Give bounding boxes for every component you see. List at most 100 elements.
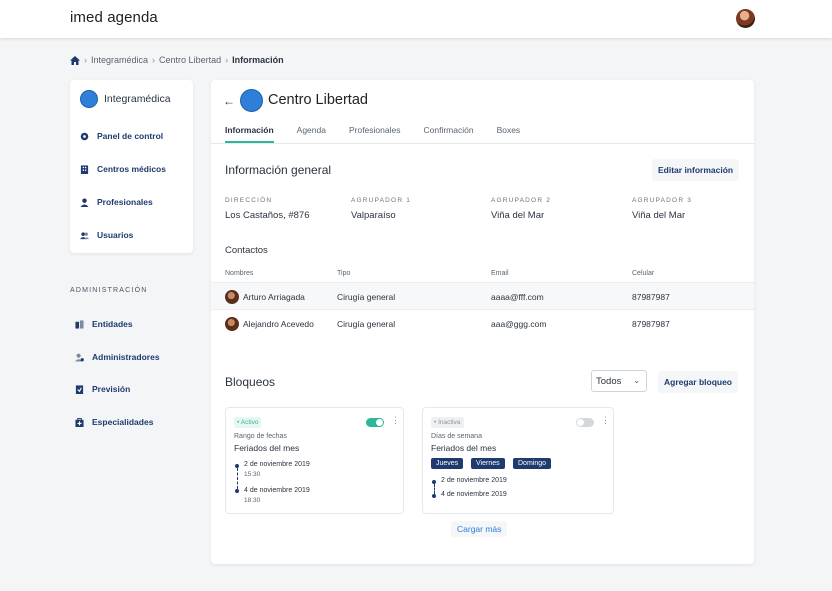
start-date: 2 de noviembre 2019	[244, 461, 310, 468]
top-bar: imed agenda	[0, 0, 832, 38]
status-badge-label: Activo	[240, 419, 259, 426]
sidebar-item-administradores[interactable]: Administradores	[75, 352, 160, 362]
start-date: 2 de noviembre 2019	[441, 477, 507, 484]
sidebar-item-profesionales[interactable]: Profesionales	[80, 197, 153, 207]
sidebar-item-usuarios[interactable]: Usuarios	[80, 230, 133, 240]
chevron-right-icon: ›	[152, 55, 156, 65]
block-toggle[interactable]	[366, 418, 384, 427]
table-header: Tipo	[337, 270, 351, 277]
block-type: Rango de fechas	[234, 433, 287, 440]
breadcrumb: › Integramédica › Centro Libertad › Info…	[70, 55, 284, 65]
sidebar-item-label: Administradores	[92, 352, 160, 362]
edit-info-button[interactable]: Editar información	[652, 159, 740, 181]
logo-text: imed	[70, 9, 103, 26]
field-value-agrupador-2: Viña del Mar	[491, 210, 545, 221]
tab-informacion[interactable]: Información	[225, 125, 274, 143]
tab-boxes[interactable]: Boxes	[497, 125, 521, 143]
timeline-line	[236, 468, 238, 489]
end-date: 4 de noviembre 2019	[441, 491, 507, 498]
sidebar-item-label: Profesionales	[97, 197, 153, 207]
block-toggle[interactable]	[576, 418, 594, 427]
field-value-direccion: Los Castaños, #876	[225, 210, 310, 221]
block-card: • Inactiva ⋮ Días de semana Feriados del…	[422, 407, 614, 514]
contact-type: Cirugía general	[337, 319, 396, 329]
admin-section-title: ADMINISTRACIÓN	[70, 287, 148, 294]
sidebar-item-label: Panel de control	[97, 131, 164, 141]
table-row[interactable]: Alejandro Acevedo Cirugía general aaa@gg…	[211, 310, 754, 338]
table-row[interactable]: Arturo Arriagada Cirugía general aaaa@ff…	[211, 282, 754, 310]
more-options-icon[interactable]: ⋮	[601, 416, 610, 425]
org-logo	[80, 90, 98, 108]
field-label-agrupador-1: AGRUPADOR 1	[351, 197, 412, 204]
day-chip: Domingo	[513, 458, 552, 469]
page-title: Centro Libertad	[268, 92, 368, 108]
dashboard-icon	[80, 132, 89, 140]
field-label-agrupador-3: AGRUPADOR 3	[632, 197, 693, 204]
day-chip: Viernes	[471, 458, 505, 469]
user-avatar[interactable]	[736, 9, 755, 28]
field-value-agrupador-3: Viña del Mar	[632, 210, 686, 221]
medical-case-icon	[75, 417, 84, 427]
status-badge-label: Inactiva	[438, 419, 461, 426]
contact-phone: 87987987	[632, 292, 670, 302]
tab-divider	[211, 143, 754, 144]
doctor-icon	[80, 197, 89, 207]
tab-confirmacion[interactable]: Confirmación	[423, 125, 473, 143]
add-block-button[interactable]: Agregar bloqueo	[658, 371, 739, 393]
org-name: Integramédica	[104, 93, 171, 105]
more-options-icon[interactable]: ⋮	[391, 416, 400, 425]
entities-icon	[75, 319, 84, 329]
sidebar-item-centros[interactable]: Centros médicos	[80, 164, 166, 174]
chevron-down-icon: ⌄	[633, 376, 640, 385]
field-label-agrupador-2: AGRUPADOR 2	[491, 197, 552, 204]
status-badge: • Inactiva	[431, 417, 464, 428]
contact-type: Cirugía general	[337, 292, 396, 302]
chevron-right-icon: ›	[84, 55, 87, 65]
sidebar-item-panel[interactable]: Panel de control	[80, 131, 163, 141]
admin-user-icon	[75, 353, 84, 362]
tab-profesionales[interactable]: Profesionales	[349, 125, 401, 143]
sidebar-item-prevision[interactable]: Previsión	[75, 384, 130, 394]
sidebar-item-entidades[interactable]: Entidades	[75, 319, 133, 329]
block-type: Días de semana	[431, 433, 482, 440]
sidebar-item-especialidades[interactable]: Especialidades	[75, 417, 153, 427]
table-header: Nombres	[225, 270, 254, 277]
avatar	[225, 317, 239, 331]
end-time: 18:30	[244, 497, 261, 504]
block-card: • Activo ⋮ Rango de fechas Feriados del …	[225, 407, 404, 514]
contact-email: aaaa@fff.com	[491, 292, 544, 302]
breadcrumb-item[interactable]: Integramédica	[91, 55, 148, 65]
table-header: Email	[491, 270, 509, 277]
users-icon	[80, 231, 89, 239]
toggle-knob	[577, 419, 584, 426]
back-arrow-icon[interactable]: ←	[223, 94, 235, 108]
timeline-dot	[235, 489, 239, 493]
end-date: 4 de noviembre 2019	[244, 487, 310, 494]
home-icon[interactable]	[70, 55, 80, 65]
timeline-dot	[432, 494, 436, 498]
chevron-right-icon: ›	[225, 55, 229, 65]
status-filter-select[interactable]: Todos ⌄	[591, 370, 647, 392]
sidebar-item-label: Usuarios	[97, 230, 134, 240]
block-title: Feriados del mes	[234, 443, 300, 453]
tab-agenda[interactable]: Agenda	[297, 125, 326, 143]
block-title: Feriados del mes	[431, 443, 497, 453]
status-badge: • Activo	[234, 417, 262, 428]
org-header[interactable]: Integramédica	[80, 90, 171, 108]
sidebar-item-label: Previsión	[92, 384, 131, 394]
select-value: Todos	[596, 376, 622, 387]
app-logo[interactable]: imed agenda	[70, 9, 158, 26]
building-icon	[80, 164, 89, 174]
contact-email: aaa@ggg.com	[491, 319, 547, 329]
logo-text-bold: agenda	[107, 9, 158, 26]
sidebar-item-label: Especialidades	[92, 417, 154, 427]
load-more-button[interactable]: Cargar más	[451, 521, 508, 537]
insurance-icon	[75, 384, 84, 394]
center-detail-card: ← Centro Libertad Información Agenda Pro…	[211, 80, 754, 564]
center-logo	[240, 89, 263, 112]
breadcrumb-item[interactable]: Centro Libertad	[159, 55, 221, 65]
section-title-bloqueos: Bloqueos	[225, 375, 276, 389]
avatar	[225, 290, 239, 304]
toggle-knob	[376, 419, 383, 426]
tab-bar: Información Agenda Profesionales Confirm…	[225, 125, 543, 143]
